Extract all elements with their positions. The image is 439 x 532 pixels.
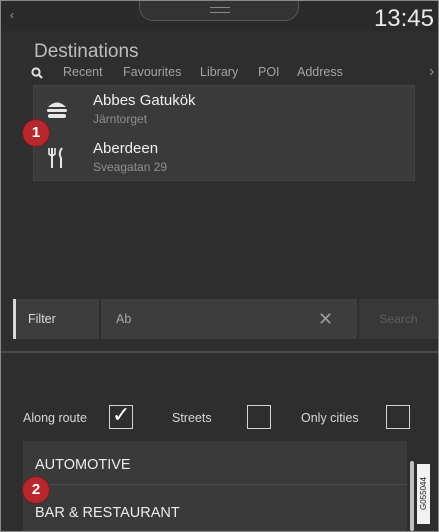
list-item[interactable]: BAR & RESTAURANT [23,489,407,531]
search-icon[interactable] [31,67,43,79]
scrollbar[interactable] [410,461,414,531]
page-title: Destinations [34,41,139,62]
callout-badge-2: 2 [23,477,49,503]
top-pull-down-handle[interactable] [139,1,299,21]
list-item[interactable]: Abbes Gatukök Järntorget [34,86,416,134]
filter-options: Along route ✓ Streets Only cities [23,402,433,431]
status-bar: ‹ 13:45 [1,1,438,32]
screen-frame: ‹ 13:45 Destinations Recent Favourites L… [0,0,439,532]
list-item[interactable]: Aberdeen Sveagatan 29 [34,134,416,182]
fork-knife-icon [48,147,63,168]
close-icon[interactable]: ✕ [318,309,333,330]
filter-row: Filter Ab ✕ Search [13,299,438,339]
streets-label: Streets [172,411,212,425]
result-name: Aberdeen [93,140,159,157]
along-route-label: Along route [23,411,87,425]
result-address: Järntorget [93,112,148,126]
list-item[interactable]: AUTOMOTIVE [23,441,407,485]
along-route-checkbox[interactable]: ✓ [109,402,133,429]
category-list: AUTOMOTIVE BAR & RESTAURANT [23,441,407,531]
tab-library[interactable]: Library [200,65,238,79]
filter-label: Filter [13,299,99,339]
callout-badge-1: 1 [23,120,49,146]
grip-lines-icon [210,7,230,13]
chevron-right-icon[interactable]: › [429,63,434,81]
tab-address[interactable]: Address [297,65,343,79]
tab-recent[interactable]: Recent [63,65,103,79]
search-results-list: Abbes Gatukök Järntorget Aberdeen Sveaga… [33,85,415,181]
checkmark-icon: ✓ [112,402,131,427]
only-cities-label: Only cities [301,411,359,425]
result-name: Abbes Gatukök [93,92,196,109]
result-address: Sveagatan 29 [93,160,168,174]
image-code: G055044 [417,464,430,524]
clock: 13:45 [373,5,434,32]
divider [1,351,438,353]
search-button[interactable]: Search [359,299,438,339]
chevron-left-icon[interactable]: ‹ [10,9,20,21]
tab-favourites[interactable]: Favourites [123,65,181,79]
burger-icon [47,102,67,118]
streets-checkbox[interactable] [247,405,271,429]
tab-bar: Recent Favourites Library POI Address › [29,63,438,83]
tab-poi[interactable]: POI [258,65,280,79]
only-cities-checkbox[interactable] [386,405,410,429]
